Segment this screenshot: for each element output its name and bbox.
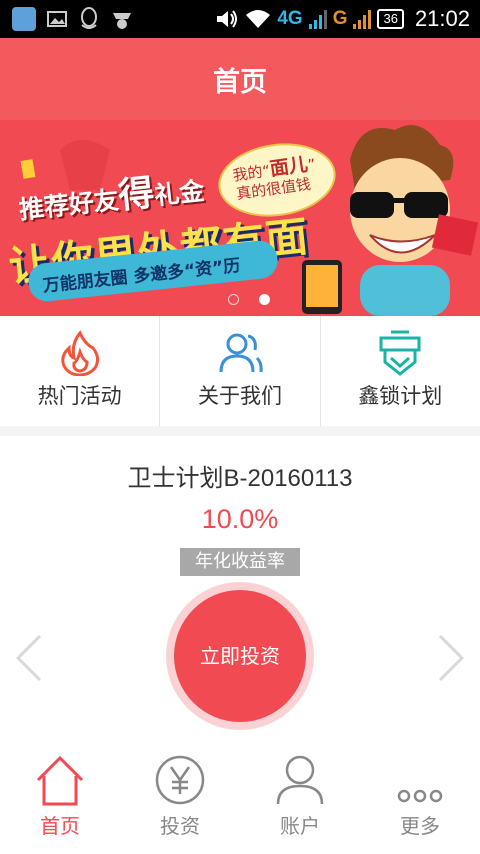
nav-item-account[interactable]: 账户 <box>240 746 360 854</box>
person-icon <box>276 755 324 805</box>
banner-text-a: 推荐好友 <box>17 185 121 225</box>
cartoon-character <box>302 125 479 316</box>
chevron-right-icon[interactable] <box>436 634 466 682</box>
qq-icon <box>81 7 97 29</box>
volume-icon <box>217 10 238 28</box>
shield-badge-icon <box>379 330 421 376</box>
signal-4g-icon <box>308 10 327 29</box>
nav-item-invest[interactable]: 投资 <box>120 746 240 854</box>
carousel-dot[interactable] <box>228 294 239 305</box>
rate-label: 年化收益率 <box>180 548 300 576</box>
wifi-icon <box>246 10 271 28</box>
nav-label-invest: 投资 <box>160 814 200 838</box>
featured-product: 卫士计划B-20160113 10.0% 年化收益率 立即投资 <box>0 436 480 746</box>
carousel-indicator <box>228 294 270 305</box>
nav-item-home[interactable]: 首页 <box>0 746 120 854</box>
battery-indicator: 36 <box>377 9 404 29</box>
chevron-left-icon[interactable] <box>14 634 44 682</box>
app-notification-icon <box>12 7 36 31</box>
users-icon <box>219 333 263 373</box>
quick-menu: 热门活动 关于我们 鑫锁计划 <box>0 316 480 426</box>
nav-item-more[interactable]: 更多 <box>360 746 480 854</box>
invest-now-button[interactable]: 立即投资 <box>174 590 306 722</box>
quick-label-hot-activities: 热门活动 <box>37 384 122 408</box>
image-icon <box>47 11 67 27</box>
carousel-dot-active[interactable] <box>259 294 270 305</box>
quick-item-hot-activities[interactable]: 热门活动 <box>0 316 161 426</box>
quick-label-about-us: 关于我们 <box>197 384 282 408</box>
product-name: 卫士计划B-20160113 <box>127 465 353 492</box>
app-header: 首页 <box>0 38 480 120</box>
network-4g-label: 4G <box>277 8 303 29</box>
nav-label-home: 首页 <box>40 814 80 838</box>
chat-app-icon <box>113 13 131 29</box>
system-status: 4G G 36 21:02 <box>215 6 470 32</box>
status-bar: 4G G 36 21:02 <box>0 0 480 38</box>
bottom-nav: 首页 投资 账户 更多 <box>0 746 480 854</box>
more-dots-icon <box>397 789 443 803</box>
flame-icon <box>60 330 99 376</box>
nav-label-account: 账户 <box>280 814 320 838</box>
signal-g-icon <box>353 10 372 29</box>
quick-item-xinsuo-plan[interactable]: 鑫锁计划 <box>321 316 480 426</box>
notification-icons <box>12 7 134 31</box>
clock: 21:02 <box>414 6 470 31</box>
banner-text-c: 礼金 <box>152 176 206 211</box>
page-title: 首页 <box>213 67 267 98</box>
quick-item-about-us[interactable]: 关于我们 <box>160 316 321 426</box>
banner-text-b: 得 <box>116 172 157 218</box>
product-rate: 10.0% <box>201 504 279 534</box>
promo-banner[interactable]: 推荐好友得礼金 让你里外都有面 万能朋友圈 多邀多“资”历 我的“面儿” 真的很… <box>0 120 480 316</box>
quick-label-xinsuo-plan: 鑫锁计划 <box>358 384 443 408</box>
network-g-label: G <box>332 8 348 29</box>
nav-label-more: 更多 <box>400 814 440 838</box>
home-icon <box>36 755 84 806</box>
yen-icon <box>155 755 205 805</box>
